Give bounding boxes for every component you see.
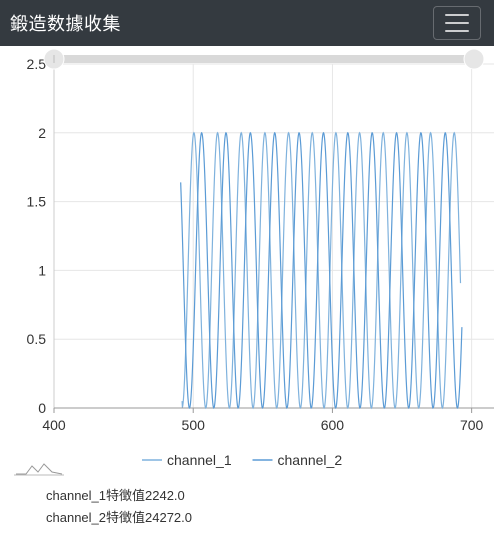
chart-toolbar xyxy=(14,463,64,476)
zoom-slider[interactable] xyxy=(43,48,485,70)
mini-chart-icon xyxy=(16,463,63,475)
app-title: 鍛造数據收集 xyxy=(10,14,121,34)
hamburger-icon-line xyxy=(445,22,469,24)
y-tick-label: 1 xyxy=(38,262,46,278)
channel-2-feature-value: channel_2特徴值24272.0 xyxy=(46,510,192,525)
legend-label: channel_2 xyxy=(278,452,343,468)
hamburger-icon-line xyxy=(445,30,469,32)
hamburger-icon-line xyxy=(445,14,469,16)
y-tick-label: 0.5 xyxy=(27,331,47,347)
y-tick-label: 0 xyxy=(38,400,46,416)
x-tick-label: 700 xyxy=(460,417,484,433)
top-navbar: 鍛造数據收集 xyxy=(0,0,494,46)
y-tick-label: 1.5 xyxy=(27,194,47,210)
y-tick-label: 2.5 xyxy=(27,56,47,72)
line-chart: 00.511.522.5400 500 600 700 channel_1 channe… xyxy=(14,48,494,476)
y-tick-label: 2 xyxy=(38,125,46,141)
chart-grid xyxy=(53,63,494,409)
menu-toggle-button[interactable] xyxy=(433,6,481,40)
x-tick-label: 500 xyxy=(182,417,206,433)
zoom-slider-right-handle[interactable] xyxy=(463,48,485,70)
chart-legend: channel_1 channel_2 xyxy=(142,452,342,468)
x-tick-label: 400 xyxy=(42,417,66,433)
channel-1-feature-value: channel_1特徴值2242.0 xyxy=(46,488,185,503)
legend-label: channel_1 xyxy=(167,452,232,468)
x-tick-label: 600 xyxy=(321,417,345,433)
zoom-slider-track[interactable] xyxy=(54,55,474,63)
